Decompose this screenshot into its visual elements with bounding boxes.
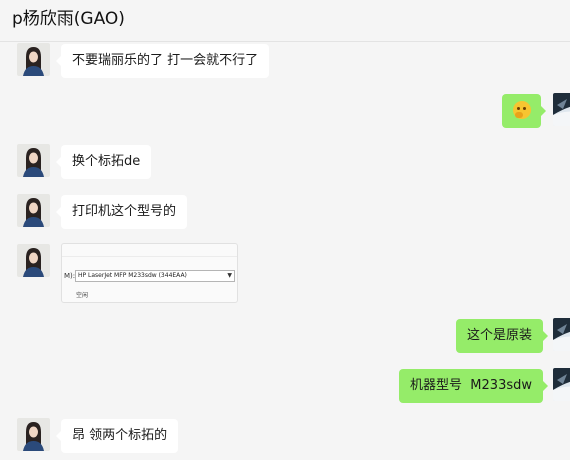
message-bubble[interactable]: 昂 领两个标拓的 bbox=[55, 419, 179, 453]
my-avatar[interactable] bbox=[553, 368, 570, 401]
contact-avatar[interactable] bbox=[17, 194, 50, 227]
message-bubble[interactable]: 机器型号 M233sdw bbox=[399, 369, 548, 403]
contact-avatar[interactable] bbox=[17, 43, 50, 76]
message-list[interactable]: 不要瑞丽乐的了 打一会就不行了 换个标拓de 打印机这个型号的 M): HP L… bbox=[0, 42, 570, 460]
my-avatar[interactable] bbox=[553, 318, 570, 351]
printer-select-value: HP LaserJet MFP M233sdw (344EAA) bbox=[78, 272, 187, 279]
printer-status: 空闲 bbox=[76, 292, 89, 299]
contact-avatar[interactable] bbox=[17, 144, 50, 177]
printer-select: HP LaserJet MFP M233sdw (344EAA) ▼ bbox=[75, 270, 235, 282]
chat-header: p杨欣雨(GAO) bbox=[0, 0, 570, 42]
printer-field-label: M): bbox=[64, 272, 76, 280]
chat-title[interactable]: p杨欣雨(GAO) bbox=[12, 4, 125, 29]
image-message[interactable]: M): HP LaserJet MFP M233sdw (344EAA) ▼ 空… bbox=[61, 243, 238, 303]
message-bubble[interactable]: 不要瑞丽乐的了 打一会就不行了 bbox=[55, 44, 270, 78]
thinking-face-icon bbox=[512, 100, 531, 119]
message-bubble[interactable]: 这个是原装 bbox=[455, 319, 549, 353]
my-avatar[interactable] bbox=[553, 93, 570, 126]
message-bubble[interactable] bbox=[502, 94, 546, 128]
contact-avatar[interactable] bbox=[17, 418, 50, 451]
contact-avatar[interactable] bbox=[17, 244, 50, 277]
message-bubble[interactable]: 换个标拓de bbox=[55, 145, 152, 179]
dropdown-arrow-icon: ▼ bbox=[227, 272, 232, 279]
divider bbox=[62, 256, 237, 257]
message-bubble[interactable]: 打印机这个型号的 bbox=[55, 195, 188, 229]
